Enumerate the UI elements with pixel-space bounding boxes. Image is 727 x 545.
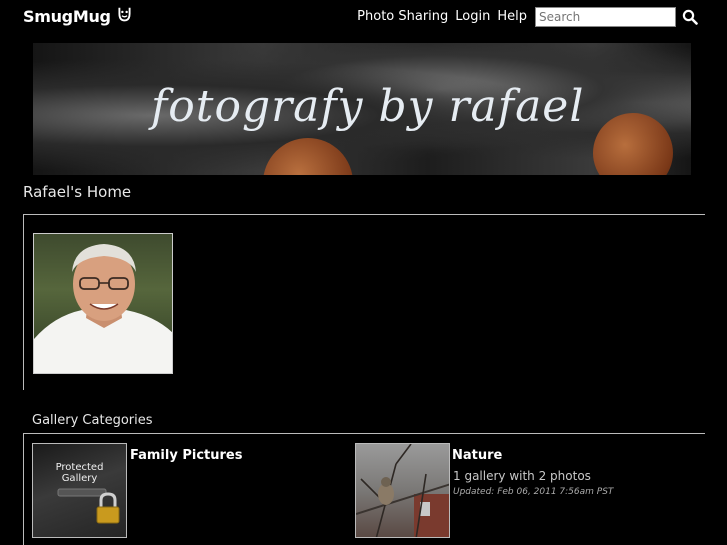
- gallery-categories-heading: Gallery Categories: [32, 413, 153, 428]
- nature-thumbnail[interactable]: [355, 443, 450, 538]
- search-input[interactable]: [535, 7, 676, 27]
- top-nav: Photo Sharing Login Help: [357, 9, 527, 24]
- family-pictures-thumbnail[interactable]: Protected Gallery: [32, 443, 127, 538]
- nav-photo-sharing[interactable]: Photo Sharing: [357, 9, 448, 24]
- logo-text: SmugMug: [23, 6, 111, 26]
- header-banner: fotografy by rafael: [33, 43, 691, 175]
- bird-photo: [356, 444, 449, 537]
- portrait-image: [34, 244, 172, 373]
- nature-gallery-count: 1 gallery with 2 photos: [453, 469, 591, 483]
- nature-updated-date: Updated: Feb 06, 2011 7:56am PST: [453, 487, 614, 497]
- search-icon[interactable]: [682, 9, 698, 25]
- nav-help[interactable]: Help: [497, 9, 527, 24]
- banner-title: fotografy by rafael: [151, 81, 585, 132]
- banner-ball-left: [263, 138, 353, 175]
- category-nature[interactable]: Nature: [452, 448, 502, 463]
- category-family-pictures[interactable]: Family Pictures: [130, 448, 242, 463]
- nav-login[interactable]: Login: [455, 9, 490, 24]
- smugmug-logo[interactable]: SmugMug: [23, 4, 133, 28]
- banner-ball-right: [593, 113, 673, 175]
- smiley-icon: [118, 7, 131, 21]
- page-title: Rafael's Home: [23, 183, 132, 201]
- lock-icon: [57, 488, 120, 524]
- profile-photo: [33, 233, 173, 374]
